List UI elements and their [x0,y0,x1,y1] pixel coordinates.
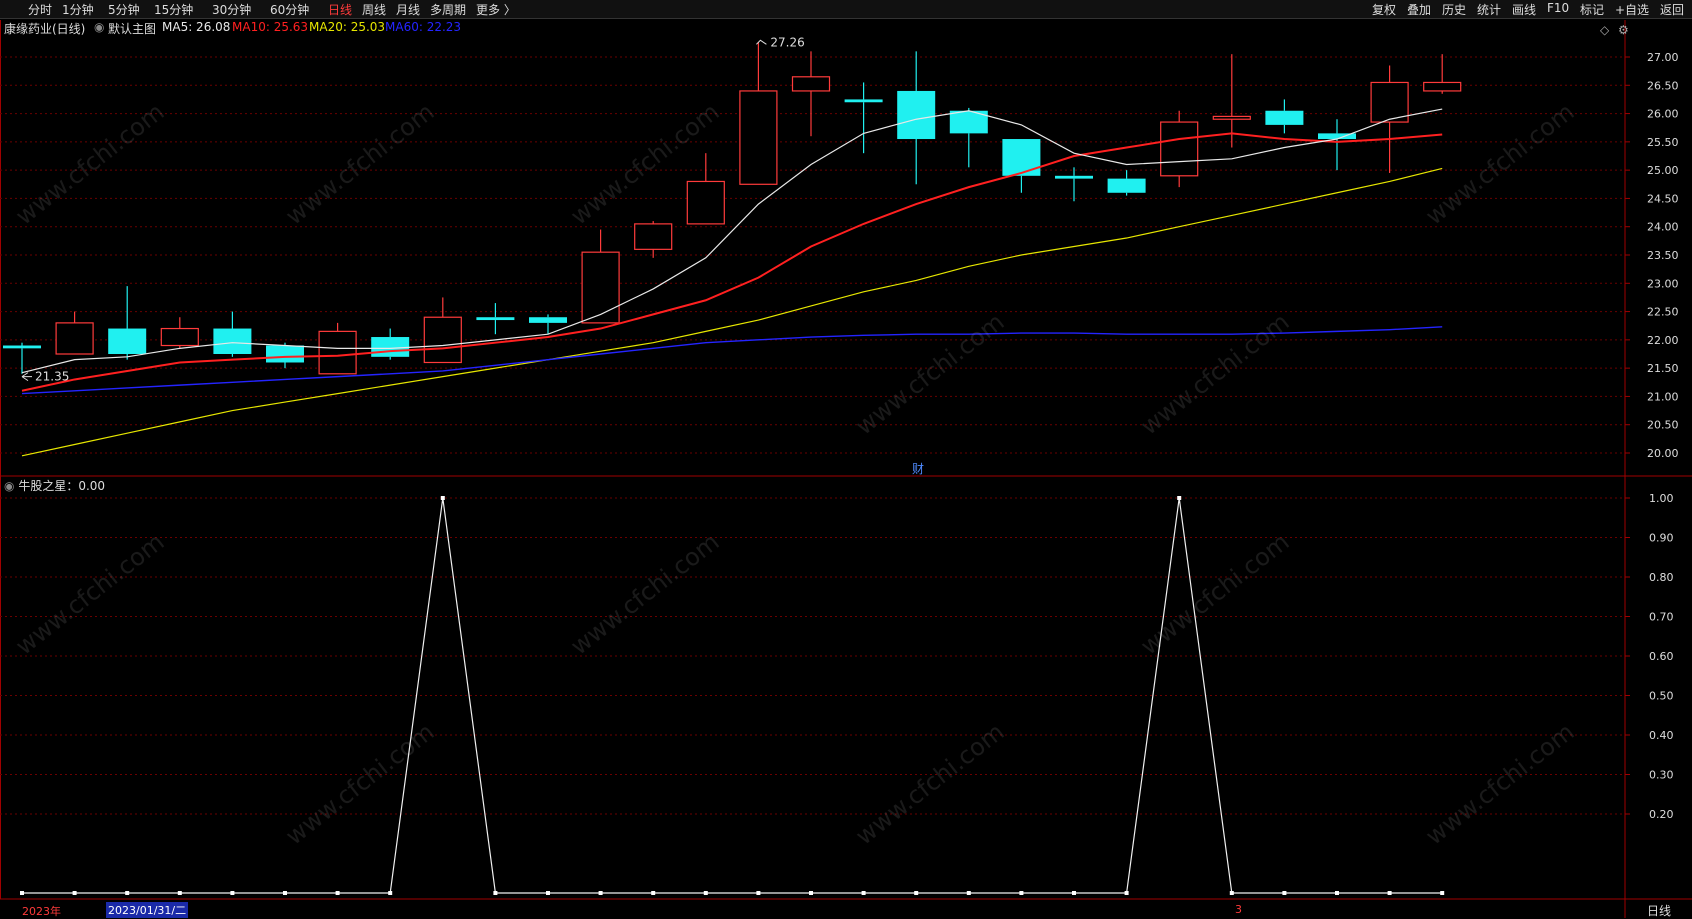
candle-body-up [791,76,831,92]
candle-body-up [739,90,778,185]
indicator-point [1229,891,1234,895]
indicator-point [914,891,919,895]
indicator-axis-label: 0.80 [1649,571,1674,584]
price-axis-label: 22.00 [1647,334,1679,347]
low-marker-arrow [21,372,32,382]
indicator-point [703,891,708,895]
candle-body-down [844,99,883,103]
finance-marker: 财 [912,462,924,476]
price-axis-label: 25.00 [1647,164,1679,177]
candle-body-up [318,330,357,375]
indicator-point [230,891,235,895]
indicator-title-text: 牛股之星：0.00 [18,479,106,493]
candle-body-up [581,251,620,324]
ma20-line [21,167,1443,457]
candle-body-down [1265,110,1304,125]
candle-body-down [529,317,567,323]
indicator-title: ◉ 牛股之星：0.00 [4,477,105,494]
indicator-axis-label: 0.40 [1649,729,1674,742]
indicator-point [125,891,130,895]
indicator-point [335,891,340,895]
price-axis-label: 23.00 [1647,277,1679,290]
indicator-point [20,891,24,895]
indicator-point [283,891,287,895]
price-axis-label: 22.50 [1647,306,1679,319]
price-axis-label: 23.50 [1647,249,1679,262]
indicator-point [177,891,182,895]
indicator-point [1177,496,1182,500]
price-axis-label: 26.00 [1647,108,1679,121]
high-price-label: 27.26 [770,35,804,49]
candle-body-down [108,328,147,354]
price-axis-label: 24.00 [1647,221,1679,234]
date-bar: 2023年 2023/01/31/二 3 日线 [0,902,1692,918]
indicator-axis-label: 0.60 [1649,650,1674,663]
indicator-axis-label: 0.90 [1649,532,1674,545]
candle-body-up [1160,121,1199,177]
kline-chart[interactable]: 27.00 26.50 26.00 25.50 25.00 24.50 24.00 23.50… [0,0,1692,918]
indicator-point [861,891,866,895]
period-label: 日线 [1647,904,1672,918]
indicator-point [1335,891,1339,895]
low-price-label: 21.35 [35,370,69,384]
indicator-point [440,496,445,500]
price-axis-label: 21.00 [1647,390,1679,403]
candle-body-up [55,322,94,355]
indicator-point [1282,891,1287,895]
candle-body-up [1423,81,1462,92]
candle-body-down [3,345,41,349]
indicator-point [1440,891,1445,895]
indicator-point [493,891,498,895]
indicator-point [1072,891,1076,895]
indicator-axis-label: 0.70 [1649,611,1674,624]
candle-body-up [1212,115,1251,120]
candle-body-up [423,316,462,364]
price-axis-label: 27.00 [1647,51,1679,64]
year-label: 2023年 [22,905,61,918]
indicator-axis-label: 1.00 [1649,492,1674,505]
price-axis-label: 21.50 [1647,362,1679,375]
indicator-point [72,891,77,895]
indicator-point [546,891,550,895]
price-axis-label: 24.50 [1647,192,1679,205]
candle-body-down [1002,139,1041,176]
indicator-axis-label: 0.20 [1649,808,1674,821]
candle-body-down [1107,178,1146,193]
candle-body-up [160,327,199,347]
indicator-point [809,891,813,895]
indicator-point [756,891,761,895]
month-mark: 3 [1235,903,1242,916]
candle-body-up [686,180,725,225]
indicator-axis-label: 0.50 [1649,690,1674,703]
candle-body-down [266,345,304,363]
price-axis-label: 25.50 [1647,136,1679,149]
price-axis-label: 20.00 [1647,447,1679,460]
candle-body-down [1055,175,1093,179]
cursor-date: 2023/01/31/二 [106,902,189,918]
indicator-axis-label: 0.30 [1649,769,1674,782]
price-axis-label: 20.50 [1647,419,1679,432]
candle-body-down [897,90,936,140]
candle-body-down [213,328,252,354]
price-axis-label: 26.50 [1647,79,1679,92]
indicator-point [966,891,971,895]
indicator-point [1019,891,1024,895]
diamond-icon: ◇ [1600,23,1610,37]
indicator-point [651,891,656,895]
indicator-point [1124,891,1129,895]
candle-body-down [371,337,410,357]
candle-body-down [476,317,515,321]
settings-icon: ⚙ [1618,23,1629,37]
indicator-point [598,891,603,895]
candle-body-up [634,223,673,250]
indicator-point [388,891,393,895]
indicator-toggle-icon[interactable]: ◉ [4,479,14,493]
indicator-point [1387,891,1392,895]
